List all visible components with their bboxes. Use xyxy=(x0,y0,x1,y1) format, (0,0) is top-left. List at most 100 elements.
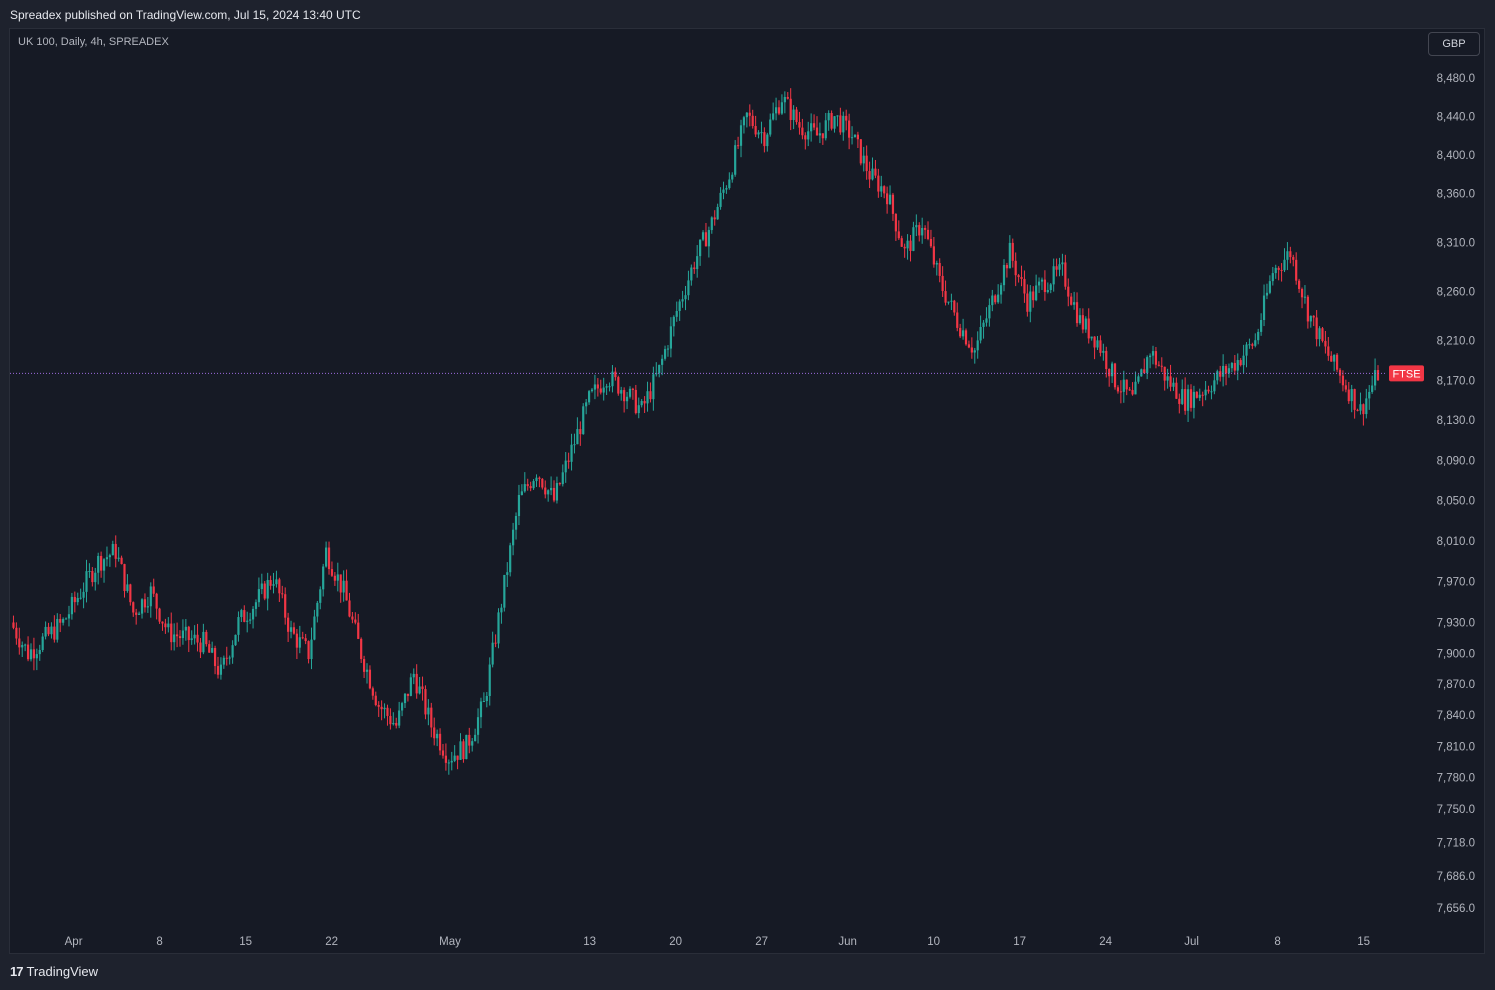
candle-body xyxy=(818,133,822,136)
candle-body xyxy=(590,389,594,392)
candle-body xyxy=(228,657,231,659)
candle-body xyxy=(1330,355,1333,362)
y-tick-label: 8,090.0 xyxy=(1437,455,1475,467)
candle-body xyxy=(395,722,398,726)
candle-body xyxy=(196,634,199,643)
candle-body xyxy=(1157,364,1160,366)
candle-body xyxy=(322,566,325,590)
candle-body xyxy=(1321,328,1324,341)
candle-body xyxy=(1108,369,1111,377)
candle-body xyxy=(47,626,50,635)
candle-body xyxy=(1067,286,1070,297)
candle-body xyxy=(699,239,702,257)
candle-body xyxy=(836,115,839,117)
candle-body xyxy=(94,572,97,583)
candle-body xyxy=(675,311,678,317)
candle-body xyxy=(672,316,675,327)
candle-body xyxy=(894,213,897,232)
candle-body xyxy=(774,107,778,114)
candle-body xyxy=(1341,375,1345,386)
candle-body xyxy=(1102,350,1105,353)
currency-button[interactable]: GBP xyxy=(1428,32,1480,56)
candle-body xyxy=(175,634,179,637)
candle-body xyxy=(947,301,950,303)
candle-body xyxy=(120,557,123,565)
candle-body xyxy=(795,109,798,123)
candle-body xyxy=(859,139,862,164)
candle-body xyxy=(403,693,407,704)
candle-body xyxy=(523,484,526,492)
candle-body xyxy=(1192,391,1196,408)
candle-body xyxy=(1289,251,1292,258)
candle-body xyxy=(38,650,41,655)
candle-body xyxy=(216,666,220,675)
candle-body xyxy=(117,557,120,559)
candle-body xyxy=(392,722,395,725)
y-tick-label: 8,440.0 xyxy=(1437,111,1475,123)
y-tick-label: 7,930.0 xyxy=(1437,617,1475,629)
candle-body xyxy=(1365,398,1368,415)
candle-body xyxy=(184,626,187,631)
candle-body xyxy=(462,741,465,760)
candle-body xyxy=(246,620,249,622)
candle-body xyxy=(652,374,655,400)
candle-body xyxy=(848,120,851,138)
candle-body xyxy=(304,638,307,642)
candle-body xyxy=(941,275,944,292)
candle-body xyxy=(488,664,491,696)
candle-body xyxy=(114,543,117,559)
candle-body xyxy=(547,490,550,495)
candle-body xyxy=(944,291,947,303)
candle-body xyxy=(663,349,667,359)
y-tick-label: 8,260.0 xyxy=(1437,286,1475,298)
candlestick-chart[interactable]: 8,480.0 8,440.0 8,400.0 8,360.0 8,310.0 8,260… xyxy=(0,0,1495,990)
candle-body xyxy=(468,734,471,746)
candle-body xyxy=(1362,404,1365,415)
candle-body xyxy=(862,155,865,164)
candle-body xyxy=(482,701,485,703)
candle-body xyxy=(62,619,65,623)
candle-body xyxy=(1169,376,1172,387)
candle-body xyxy=(138,613,141,615)
candle-body xyxy=(1052,266,1055,285)
candle-body xyxy=(333,575,336,581)
candle-body xyxy=(41,636,44,651)
candle-body xyxy=(839,115,842,133)
candle-body xyxy=(70,596,73,615)
candle-body xyxy=(631,388,635,390)
candle-body xyxy=(932,246,935,265)
tradingview-brand[interactable]: 17 TradingView xyxy=(10,964,98,979)
candle-body xyxy=(50,626,53,635)
candle-body xyxy=(602,387,605,393)
candle-body xyxy=(552,487,556,501)
x-tick-label: 15 xyxy=(239,936,252,948)
candle-body xyxy=(298,637,301,648)
candle-body xyxy=(1184,389,1187,411)
candle-body xyxy=(325,547,328,567)
candle-body xyxy=(865,155,868,172)
candle-body xyxy=(842,115,845,133)
candle-body xyxy=(576,429,579,445)
candle-body xyxy=(1338,369,1342,376)
candle-body xyxy=(696,256,699,270)
candle-body xyxy=(509,545,512,573)
candle-body xyxy=(1160,365,1163,367)
symbol-legend[interactable]: UK 100, Daily, 4h, SPREADEX xyxy=(18,36,169,48)
candle-body xyxy=(345,580,348,601)
candle-body xyxy=(684,295,687,300)
candle-body xyxy=(1070,296,1073,305)
candle-body xyxy=(357,622,360,639)
candle-body xyxy=(833,116,836,129)
last-price-badge-label: FTSE xyxy=(1392,368,1420,380)
candle-body xyxy=(1087,318,1090,339)
candle-body xyxy=(135,612,138,615)
candle-body xyxy=(850,137,854,139)
candle-body xyxy=(1368,391,1371,399)
candle-body xyxy=(289,627,293,632)
candle-body xyxy=(900,238,903,247)
candle-body xyxy=(237,617,240,635)
candle-body xyxy=(1257,331,1260,341)
x-tick-label: Apr xyxy=(65,936,83,948)
candle-body xyxy=(1265,292,1269,296)
candle-body xyxy=(1105,350,1108,370)
